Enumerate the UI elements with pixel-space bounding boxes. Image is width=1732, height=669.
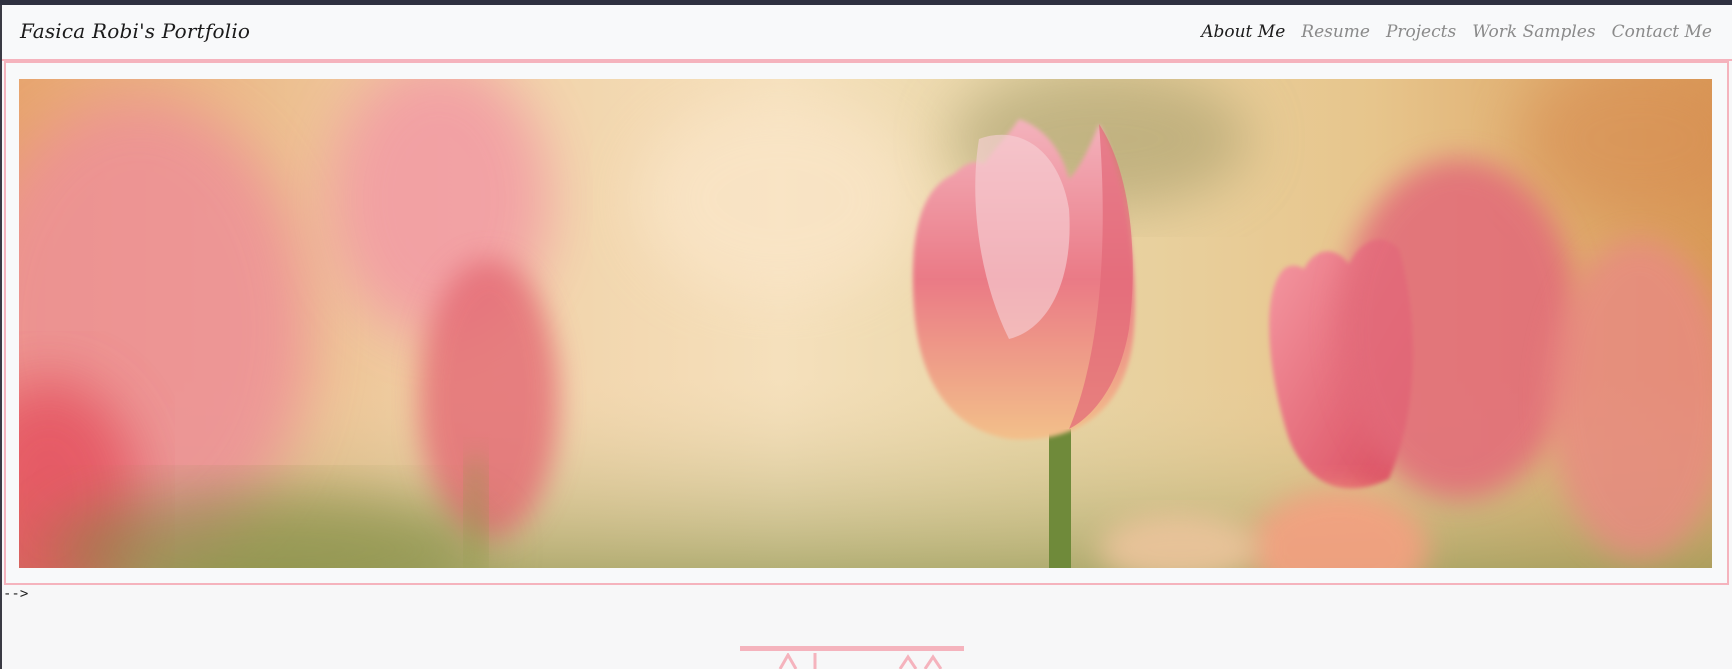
brand-title[interactable]: Fasica Robi's Portfolio [20, 19, 250, 43]
hero-image [19, 79, 1712, 568]
section-divider [740, 646, 964, 651]
nav-item-resume[interactable]: Resume [1301, 22, 1370, 42]
nav-item-work-samples[interactable]: Work Samples [1472, 22, 1595, 42]
nav-item-projects[interactable]: Projects [1386, 22, 1456, 42]
navbar: Fasica Robi's Portfolio About Me Resume … [2, 5, 1732, 61]
nav-links: About Me Resume Projects Work Samples Co… [1201, 22, 1712, 42]
section-heading-partial [778, 653, 943, 669]
stray-comment-text: --> [3, 586, 29, 602]
window-left-edge [0, 5, 2, 669]
nav-item-contact-me[interactable]: Contact Me [1612, 22, 1712, 42]
nav-item-about-me[interactable]: About Me [1201, 22, 1285, 42]
tulip-photo [19, 79, 1712, 568]
